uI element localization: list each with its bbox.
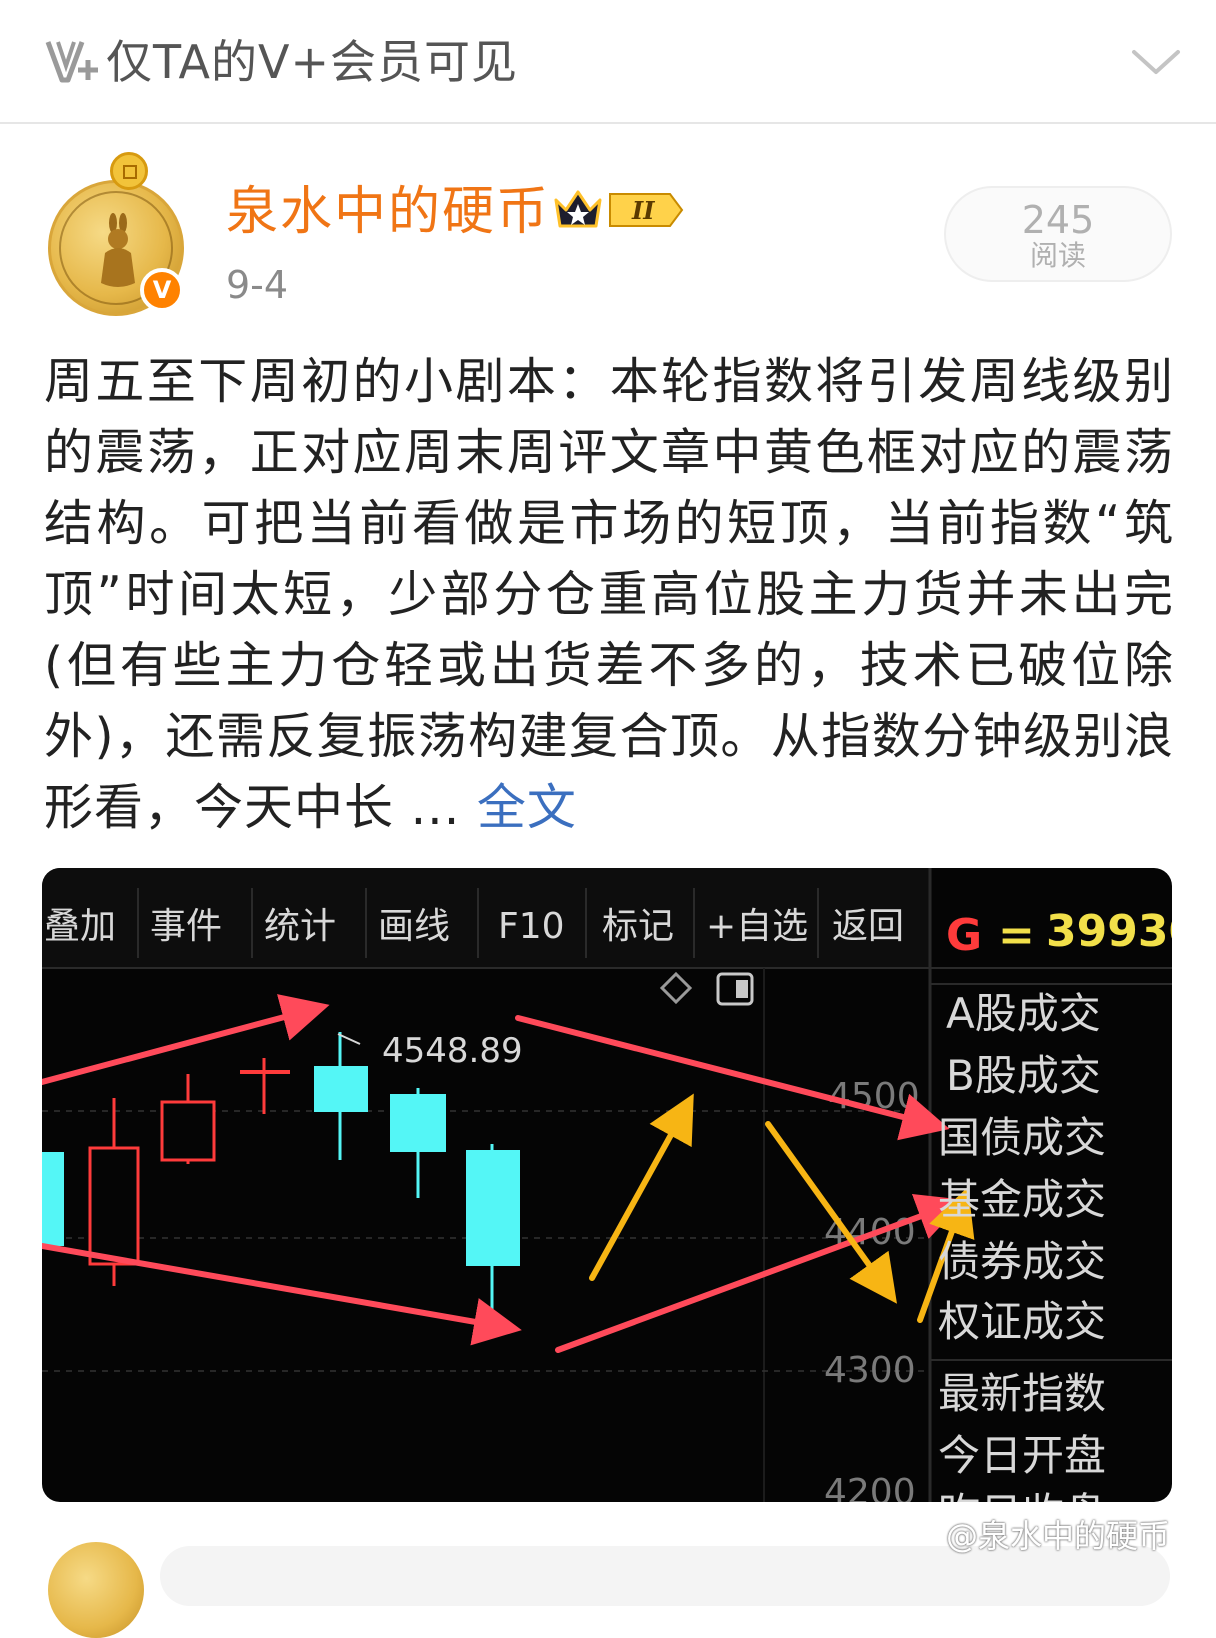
- coin-icon: [110, 152, 148, 190]
- next-post-avatar[interactable]: [48, 1542, 144, 1638]
- verified-v-icon: V: [140, 268, 184, 312]
- side-bonds: 债券成交: [938, 1237, 1106, 1286]
- side-funds: 基金成交: [938, 1175, 1106, 1224]
- peak-label: 4548.89: [382, 1031, 523, 1071]
- post-body: 周五至下周初的小剧本：本轮指数将引发周线级别的震荡，正对应周末周评文章中黄色框对…: [44, 346, 1174, 843]
- vplus-logo-icon: [45, 41, 98, 83]
- side-today-open: 今日开盘: [938, 1431, 1106, 1480]
- stock-chart-svg: 叠加 事件 统计 画线 F10 标记 +自选 返回 G = 39930: [42, 868, 1172, 1502]
- red-arrow-3: [515, 1015, 950, 1141]
- side-a-shares: A股成交: [946, 989, 1101, 1038]
- weibo-watermark: @泉水中的硬币: [946, 1517, 1171, 1555]
- candle-6: [390, 1094, 446, 1152]
- index-value: 39930: [1046, 906, 1172, 957]
- svg-text:II: II: [631, 196, 655, 225]
- candle-2: [88, 1146, 140, 1266]
- post-date: 9-4: [226, 263, 289, 307]
- read-label: 阅读: [1029, 239, 1086, 272]
- read-count: 245: [1021, 198, 1095, 242]
- side-b-shares: B股成交: [946, 1051, 1101, 1100]
- vip-crown-badge-icon[interactable]: II: [550, 184, 686, 236]
- toolbar-mark[interactable]: 标记: [602, 906, 674, 947]
- yellow-arrow-1: [589, 1093, 694, 1281]
- toolbar-back[interactable]: 返回: [832, 906, 904, 947]
- toolbar-events[interactable]: 事件: [150, 906, 222, 947]
- toolbar-add-watchlist[interactable]: +自选: [706, 906, 808, 947]
- red-arrow-2: [42, 1243, 522, 1346]
- side-prev-close: 昨日收盘: [938, 1489, 1106, 1502]
- top-bar: 仅TA的V+会员可见: [0, 0, 1216, 124]
- members-only-title: 仅TA的V+会员可见: [106, 35, 519, 89]
- candle-7: [466, 1150, 520, 1266]
- index-prefix: G: [946, 910, 982, 961]
- index-eq: =: [998, 910, 1035, 961]
- toolbar-overlay[interactable]: 叠加: [44, 906, 116, 947]
- price-tick-4200: 4200: [824, 1472, 916, 1502]
- toolbar-stats[interactable]: 统计: [264, 906, 336, 947]
- diamond-icon[interactable]: [659, 971, 693, 1005]
- post-body-text: 周五至下周初的小剧本：本轮指数将引发周线级别的震荡，正对应周末周评文章中黄色框对…: [44, 353, 1174, 836]
- price-tick-4300: 4300: [824, 1350, 916, 1391]
- rabbit-icon: [101, 213, 135, 287]
- post-image-stock-chart[interactable]: 叠加 事件 统计 画线 F10 标记 +自选 返回 G = 39930: [42, 868, 1172, 1502]
- read-count-pill: 245 阅读: [944, 186, 1172, 282]
- read-more-link[interactable]: 全文: [477, 779, 577, 836]
- side-treasury: 国债成交: [938, 1113, 1106, 1162]
- toolbar-draw[interactable]: 画线: [378, 906, 450, 947]
- toolbar-f10[interactable]: F10: [498, 906, 565, 947]
- chevron-down-icon[interactable]: [1128, 44, 1184, 80]
- candle-1: [42, 1152, 64, 1246]
- candle-5: [314, 1066, 368, 1112]
- side-warrants: 权证成交: [938, 1297, 1106, 1346]
- author-name[interactable]: 泉水中的硬币: [226, 180, 550, 244]
- side-latest-index: 最新指数: [938, 1369, 1106, 1418]
- candle-3: [160, 1100, 216, 1162]
- candlesticks: [42, 1032, 520, 1320]
